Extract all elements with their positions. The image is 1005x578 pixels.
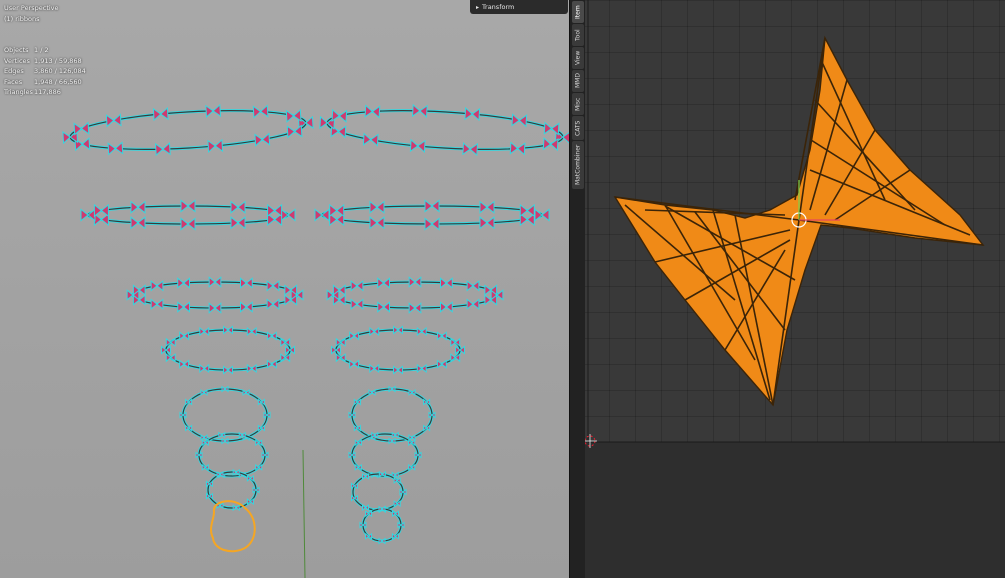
3d-cursor-icon[interactable] xyxy=(585,434,597,448)
viewport-perspective-label: User Perspective xyxy=(4,4,59,12)
ribbon-ring xyxy=(314,199,550,231)
chevron-right-icon[interactable]: ▸ xyxy=(476,4,479,11)
stat-faces: Faces 1,948 / 66,560 xyxy=(4,77,86,88)
ribbon-ring xyxy=(161,325,295,375)
ribbon-ring xyxy=(126,276,304,314)
stat-objects: Objects 1 / 2 xyxy=(4,45,86,56)
uv-canvas[interactable] xyxy=(585,0,1005,578)
stat-triangles: Triangles 117,886 xyxy=(4,87,86,98)
tab-mmd[interactable]: MMD xyxy=(572,70,584,92)
viewport-stats-overlay: User Perspective (1) ribbons Objects 1 / … xyxy=(4,3,86,98)
ribbon-ring xyxy=(331,325,465,375)
tab-view[interactable]: View xyxy=(572,47,584,69)
sidebar-tabs: Item Tool View MMD Misc CATS MatCombiner xyxy=(569,0,585,578)
stat-label: Objects xyxy=(4,46,29,54)
stat-label: Edges xyxy=(4,67,24,75)
uv-island[interactable] xyxy=(613,35,985,407)
tab-item[interactable]: Item xyxy=(572,1,584,23)
stat-edges: Edges 3,860 / 126,084 xyxy=(4,66,86,77)
stat-value: 117,886 xyxy=(34,88,61,96)
ribbon-ring xyxy=(62,103,314,157)
active-object-label: (1) ribbons xyxy=(4,14,40,23)
stat-label: Vertices xyxy=(4,56,30,65)
tab-cats[interactable]: CATS xyxy=(572,116,584,140)
stat-value: 1,913 / 59,868 xyxy=(34,56,82,65)
tab-misc[interactable]: Misc xyxy=(572,93,584,115)
ribbon-ring xyxy=(326,276,504,314)
ribbon-ring xyxy=(319,103,571,157)
tab-tool[interactable]: Tool xyxy=(572,24,584,46)
stat-label: Faces xyxy=(4,77,23,86)
uv-editor[interactable] xyxy=(585,0,1005,578)
z-axis-line xyxy=(302,449,306,578)
stat-label: Triangles xyxy=(4,88,33,96)
transform-panel-title: Transform xyxy=(482,3,515,11)
stat-vertices: Vertices 1,913 / 59,868 xyxy=(4,56,86,67)
stat-value: 1 / 2 xyxy=(34,46,49,54)
stat-value: 1,948 / 66,560 xyxy=(34,77,82,86)
ribbon-ring xyxy=(359,505,405,545)
ribbon-ring xyxy=(80,199,296,231)
transform-panel-header[interactable]: ▸ Transform xyxy=(470,0,568,14)
stat-value: 3,860 / 126,084 xyxy=(34,67,86,75)
tab-matcombiner[interactable]: MatCombiner xyxy=(572,141,584,189)
3d-viewport[interactable]: User Perspective (1) ribbons Objects 1 / … xyxy=(0,0,572,578)
